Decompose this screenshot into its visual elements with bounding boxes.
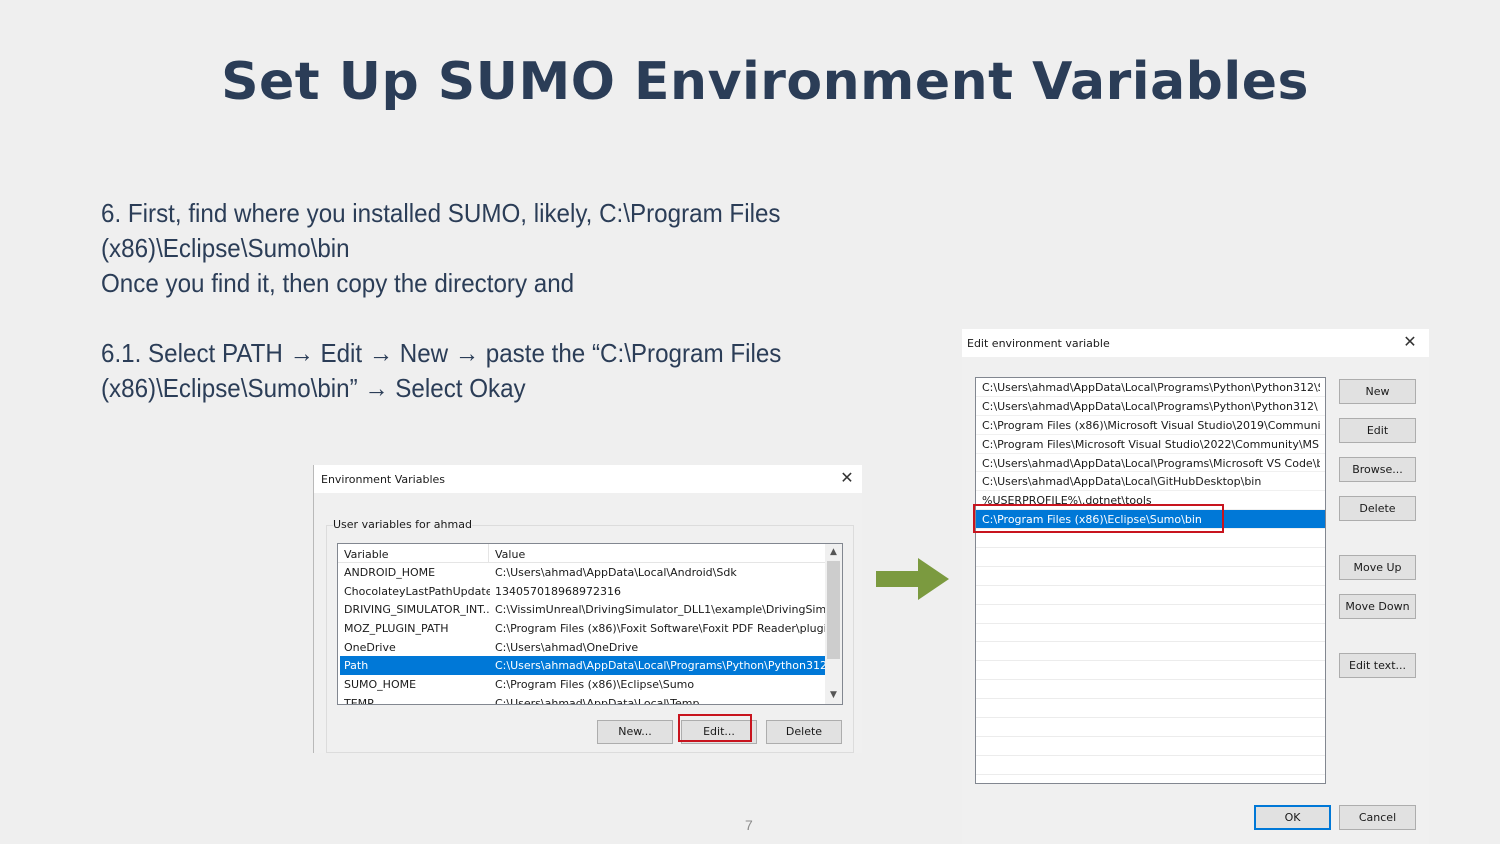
new-variable-button[interactable]: New... (597, 720, 673, 744)
vertical-scrollbar[interactable]: ▲ ▼ (825, 544, 842, 704)
new-path-button[interactable]: New (1339, 379, 1416, 404)
variable-value-cell: C:\Users\ahmad\OneDrive (495, 640, 639, 654)
list-item[interactable]: C:\Users\ahmad\AppData\Local\Programs\Py… (976, 378, 1325, 397)
edit-environment-variable-dialog: Edit environment variable ✕ C:\Users\ahm… (962, 329, 1429, 844)
empty-list-row[interactable] (976, 661, 1325, 681)
variable-value-cell: C:\Users\ahmad\AppData\Local\Android\Sdk (495, 566, 737, 579)
ok-button[interactable]: OK (1254, 805, 1331, 830)
new-path-highlight-box (973, 504, 1224, 533)
variable-name-cell: OneDrive (344, 640, 396, 654)
empty-list-row[interactable] (976, 642, 1325, 662)
user-variables-table[interactable]: Variable Value ANDROID_HOME C:\Users\ahma… (337, 543, 843, 705)
list-item[interactable]: C:\Users\ahmad\AppData\Local\GitHubDeskt… (976, 472, 1325, 492)
empty-list-row[interactable] (976, 756, 1325, 775)
table-row[interactable]: SUMO_HOME C:\Program Files (x86)\Eclipse\… (340, 675, 825, 694)
cancel-button[interactable]: Cancel (1339, 805, 1416, 830)
variable-value-cell: 134057018968972316 (495, 584, 621, 598)
scroll-up-icon[interactable]: ▲ (825, 544, 842, 561)
list-item[interactable]: C:\Users\ahmad\AppData\Local\Programs\Py… (976, 397, 1325, 416)
path-entry-text: C:\Program Files (x86)\Microsoft Visual … (982, 418, 1320, 432)
move-up-button[interactable]: Move Up (1339, 555, 1416, 580)
table-row[interactable]: DRIVING_SIMULATOR_INT... C:\VissimUnreal\… (340, 600, 825, 619)
path-entry-text: C:\Program Files\Microsoft Visual Studio… (982, 437, 1320, 451)
table-row[interactable]: MOZ_PLUGIN_PATH C:\Program Files (x86)\Fo… (340, 619, 825, 638)
empty-list-row[interactable] (976, 718, 1325, 737)
variable-value-cell: C:\Program Files (x86)\Foxit Software\Fo… (495, 622, 825, 636)
variable-value-cell: C:\Users\ahmad\AppData\Local\Programs\Py… (495, 659, 825, 673)
empty-list-row[interactable] (976, 737, 1325, 756)
scroll-down-icon[interactable]: ▼ (825, 687, 842, 704)
delete-variable-button[interactable]: Delete (766, 720, 842, 744)
step-6-1-line-1: 6.1. Select PATH → Edit → New → paste th… (101, 338, 782, 368)
list-item[interactable]: C:\Users\ahmad\AppData\Local\Programs\Mi… (976, 454, 1325, 473)
table-row[interactable]: OneDrive C:\Users\ahmad\OneDrive (340, 638, 825, 657)
empty-list-row[interactable] (976, 567, 1325, 586)
table-row[interactable]: ANDROID_HOME C:\Users\ahmad\AppData\Local… (340, 563, 825, 582)
step-6-line-3: Once you find it, then copy the director… (101, 268, 575, 298)
edit-text-button[interactable]: Edit text... (1339, 653, 1416, 678)
list-item[interactable]: C:\Program Files (x86)\Microsoft Visual … (976, 416, 1325, 435)
environment-variables-dialog: Environment Variables ✕ User variables f… (313, 465, 862, 753)
table-row[interactable]: ChocolateyLastPathUpdate 1340570189689723… (340, 582, 825, 601)
slide-title: Set Up SUMO Environment Variables (221, 52, 1309, 112)
step-6-1-text: 6.1. Select PATH → Edit → New → paste th… (101, 336, 781, 406)
list-item[interactable]: C:\Program Files\Microsoft Visual Studio… (976, 435, 1325, 454)
edit-highlight-box (678, 714, 752, 742)
variable-name-cell: Path (344, 659, 369, 673)
step-6-line-1: 6. First, find where you installed SUMO,… (101, 198, 781, 228)
variable-name-cell: SUMO_HOME (344, 678, 417, 692)
table-row[interactable]: Path C:\Users\ahmad\AppData\Local\Program… (340, 656, 825, 676)
step-6-line-2: (x86)\Eclipse\Sumo\bin (101, 233, 350, 263)
variable-name-cell: MOZ_PLUGIN_PATH (344, 622, 449, 636)
page-number: 7 (745, 817, 753, 833)
empty-list-row[interactable] (976, 624, 1325, 643)
close-icon[interactable]: ✕ (1401, 333, 1419, 351)
table-row[interactable]: TEMP C:\Users\ahmad\AppData\Local\Temp (340, 694, 825, 705)
path-entry-text: C:\Users\ahmad\AppData\Local\Programs\Py… (982, 399, 1318, 413)
table-header: Variable Value (338, 544, 842, 563)
env-dialog-titlebar: Environment Variables ✕ (314, 465, 862, 493)
variable-name-cell: ChocolateyLastPathUpdate (344, 584, 490, 598)
variable-name-cell: TEMP (344, 696, 374, 705)
variable-name-cell: DRIVING_SIMULATOR_INT... (344, 603, 490, 617)
edit-dialog-title: Edit environment variable (967, 337, 1110, 350)
path-entry-text: C:\Users\ahmad\AppData\Local\Programs\Mi… (982, 456, 1320, 470)
edit-path-button[interactable]: Edit (1339, 418, 1416, 443)
edit-dialog-titlebar: Edit environment variable ✕ (962, 329, 1429, 357)
step-6-text: 6. First, find where you installed SUMO,… (101, 196, 780, 301)
empty-list-row[interactable] (976, 605, 1325, 624)
variable-value-cell: C:\VissimUnreal\DrivingSimulator_DLL1\ex… (495, 603, 825, 617)
variable-value-cell: C:\Program Files (x86)\Eclipse\Sumo (495, 678, 695, 692)
close-icon[interactable]: ✕ (838, 469, 856, 487)
value-column-header[interactable]: Value (495, 548, 525, 561)
path-entry-text: C:\Users\ahmad\AppData\Local\GitHubDeskt… (982, 475, 1262, 489)
right-arrow-icon (876, 558, 949, 600)
empty-list-row[interactable] (976, 680, 1325, 700)
move-down-button[interactable]: Move Down (1339, 594, 1416, 619)
browse-button[interactable]: Browse... (1339, 457, 1416, 482)
empty-list-row[interactable] (976, 699, 1325, 719)
step-6-1-line-2: (x86)\Eclipse\Sumo\bin” → Select Okay (101, 373, 526, 403)
variable-value-cell: C:\Users\ahmad\AppData\Local\Temp (495, 696, 700, 705)
empty-list-row[interactable] (976, 548, 1325, 567)
user-variables-label: User variables for ahmad (333, 518, 472, 531)
path-entries-list[interactable]: C:\Users\ahmad\AppData\Local\Programs\Py… (975, 377, 1326, 784)
scrollbar-thumb[interactable] (827, 561, 840, 659)
path-entry-text: C:\Users\ahmad\AppData\Local\Programs\Py… (982, 381, 1320, 394)
variable-name-cell: ANDROID_HOME (344, 566, 436, 579)
delete-path-button[interactable]: Delete (1339, 496, 1416, 521)
variable-column-header[interactable]: Variable (344, 548, 389, 561)
empty-list-row[interactable] (976, 586, 1325, 605)
env-dialog-title: Environment Variables (321, 473, 446, 486)
